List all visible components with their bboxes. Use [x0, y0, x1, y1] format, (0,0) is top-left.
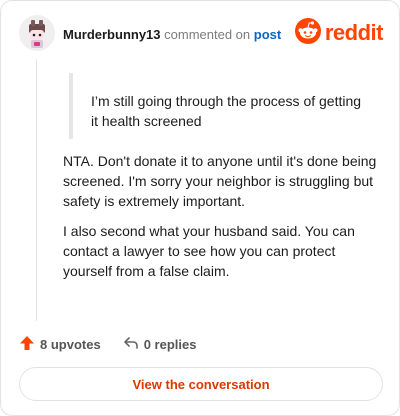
- comment-body: NTA. Don't donate it to anyone until it'…: [63, 151, 383, 291]
- comment-footer: 8 upvotes 0 replies: [19, 335, 218, 353]
- comment-card: Murderbunny13 commented on post reddit I…: [0, 0, 400, 416]
- upvote-arrow-icon: [19, 335, 35, 354]
- thread-line: [36, 59, 37, 321]
- comment-paragraph: NTA. Don't donate it to anyone until it'…: [63, 153, 377, 209]
- reddit-logo-icon: [294, 17, 321, 49]
- reply-icon: [123, 335, 139, 354]
- upvote-button[interactable]: 8 upvotes: [19, 335, 101, 354]
- reddit-logo[interactable]: reddit: [294, 17, 384, 49]
- reply-button[interactable]: 0 replies: [123, 335, 197, 354]
- reddit-wordmark: reddit: [324, 20, 384, 45]
- comment-paragraph: I also second what your husband said. Yo…: [63, 223, 355, 279]
- avatar[interactable]: [19, 15, 55, 51]
- post-link[interactable]: post: [254, 27, 281, 42]
- upvote-count: 8 upvotes: [40, 336, 101, 352]
- action-text: commented on: [164, 27, 251, 42]
- view-conversation-button[interactable]: View the conversation: [19, 367, 383, 401]
- header-text: Murderbunny13 commented on post: [63, 27, 281, 42]
- username[interactable]: Murderbunny13: [63, 27, 161, 42]
- comment-header: Murderbunny13 commented on post reddit: [19, 15, 385, 55]
- reply-count: 0 replies: [143, 336, 197, 352]
- quoted-text: I’m still going through the process of g…: [69, 73, 369, 139]
